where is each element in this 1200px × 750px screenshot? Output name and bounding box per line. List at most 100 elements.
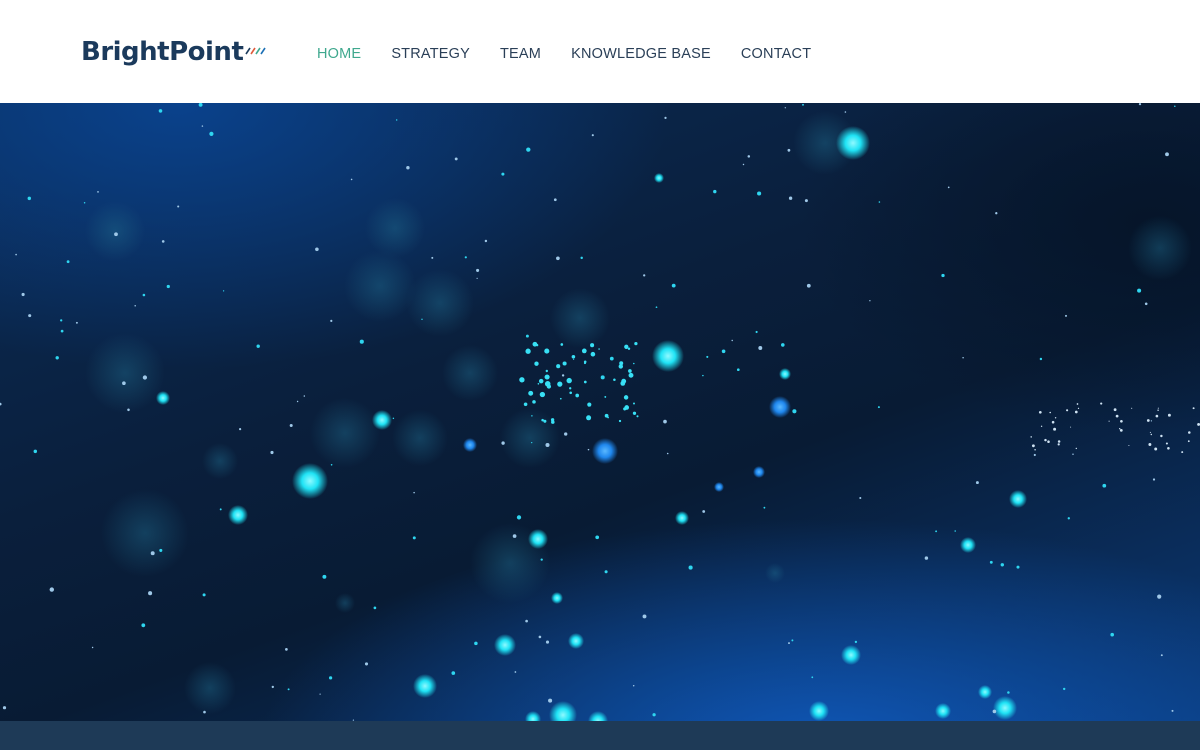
nav-strategy[interactable]: STRATEGY xyxy=(391,44,470,64)
sparkle xyxy=(531,415,533,417)
footer-band xyxy=(0,721,1200,750)
sparkle xyxy=(1131,407,1133,409)
sparkle xyxy=(806,283,811,288)
sparkle xyxy=(1113,408,1117,412)
particle xyxy=(592,438,618,464)
sparkle xyxy=(581,348,587,354)
sparkle xyxy=(544,348,550,354)
sparkle xyxy=(811,676,814,679)
sparkle xyxy=(330,463,333,466)
sparkle xyxy=(289,423,293,428)
sparkle xyxy=(1054,417,1057,419)
sparkle xyxy=(706,355,709,358)
sparkle xyxy=(583,361,587,365)
sparkle xyxy=(621,378,627,384)
nav-knowledge-base[interactable]: KNOWLEDGE BASE xyxy=(571,44,711,64)
sparkle xyxy=(731,339,733,342)
sparkle xyxy=(600,375,605,380)
sparkle xyxy=(763,506,766,509)
sparkle xyxy=(501,441,505,445)
sparkle xyxy=(532,400,536,404)
sparkle xyxy=(1102,483,1107,488)
sparkle xyxy=(158,109,163,113)
sparkle xyxy=(1075,447,1078,450)
sparkle xyxy=(142,375,148,380)
sparkle xyxy=(598,348,600,350)
sparkle xyxy=(634,341,638,346)
sparkle xyxy=(1157,407,1159,409)
sparkle xyxy=(543,419,547,423)
sparkle xyxy=(632,411,637,415)
particle xyxy=(588,711,608,721)
sparkle xyxy=(992,709,997,714)
sparkle xyxy=(148,591,153,596)
sparkle xyxy=(1155,414,1159,418)
brightpoint-logo[interactable]: BrightPoint xyxy=(81,36,267,70)
sparkle xyxy=(802,103,804,106)
sparkle xyxy=(373,606,377,610)
sparkle xyxy=(538,635,542,639)
bokeh-blob xyxy=(101,489,189,577)
sparkle xyxy=(604,395,607,398)
sparkle xyxy=(15,253,17,256)
sparkle xyxy=(476,277,478,279)
sparkle xyxy=(303,395,306,397)
sparkle xyxy=(575,393,580,398)
sparkle xyxy=(1044,438,1047,442)
sparkle xyxy=(1072,453,1074,456)
sparkle xyxy=(688,565,693,570)
sparkle xyxy=(791,639,794,642)
sparkle xyxy=(1150,420,1153,422)
sparkle xyxy=(671,283,676,288)
sparkle xyxy=(804,199,808,203)
nav-team[interactable]: TEAM xyxy=(500,44,541,64)
sparkle xyxy=(451,671,456,675)
sparkle xyxy=(431,256,434,259)
sparkle xyxy=(1160,434,1163,438)
sparkle xyxy=(540,558,543,561)
sparkle xyxy=(624,344,629,349)
nav-home[interactable]: HOME xyxy=(317,44,361,64)
sparkle xyxy=(421,318,423,321)
sparkle xyxy=(392,417,395,420)
sparkle xyxy=(788,642,790,645)
sparkle xyxy=(523,402,528,407)
sparkle xyxy=(1030,436,1032,438)
sparkle xyxy=(1157,594,1162,599)
sparkle xyxy=(525,334,529,338)
main-nav: HOME STRATEGY TEAM KNOWLEDGE BASE CONTAC… xyxy=(317,44,841,64)
sparkle xyxy=(1067,517,1070,520)
sparkle xyxy=(545,442,550,448)
sparkle xyxy=(962,356,964,359)
sparkle xyxy=(560,343,564,346)
nav-contact[interactable]: CONTACT xyxy=(741,44,811,64)
sparkle xyxy=(512,534,517,538)
sparkle xyxy=(60,329,64,333)
sparkle xyxy=(21,292,25,297)
sparkle xyxy=(60,319,63,322)
sparkle xyxy=(319,693,321,695)
sparkle xyxy=(1074,410,1078,414)
sparkle xyxy=(878,201,881,203)
sparkle xyxy=(545,369,548,373)
sparkle xyxy=(150,551,155,556)
particle xyxy=(654,173,664,183)
sparkle xyxy=(166,284,170,289)
sparkle xyxy=(1165,442,1168,445)
bokeh-blob xyxy=(392,410,448,466)
sparkle xyxy=(474,641,478,646)
particle xyxy=(652,340,684,372)
sparkle xyxy=(1033,453,1036,457)
particle xyxy=(836,126,870,160)
sparkle xyxy=(406,166,410,170)
sparkle xyxy=(239,428,242,431)
sparkle xyxy=(1167,413,1171,417)
sparkle xyxy=(270,450,274,455)
sparkle xyxy=(636,415,639,418)
bokeh-blob xyxy=(85,333,165,413)
sparkle xyxy=(1120,419,1123,423)
particle xyxy=(372,410,392,430)
sparkle xyxy=(203,710,206,714)
sparkle xyxy=(454,157,458,161)
sparkle xyxy=(869,300,871,302)
